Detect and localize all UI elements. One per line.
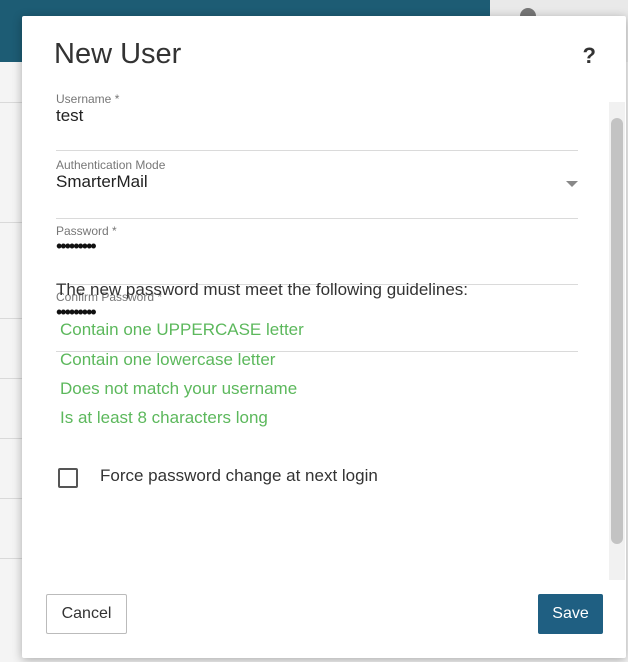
new-user-dialog: New User ? Username * test Authenticatio… bbox=[22, 16, 626, 658]
password-guidelines-heading: The new password must meet the following… bbox=[56, 280, 468, 299]
password-input[interactable]: ••••••••• bbox=[56, 236, 97, 257]
cancel-button[interactable]: Cancel bbox=[46, 594, 127, 634]
guideline-min-length: Is at least 8 characters long bbox=[60, 408, 268, 427]
help-icon[interactable]: ? bbox=[583, 43, 596, 69]
force-password-change-label[interactable]: Force password change at next login bbox=[100, 466, 378, 486]
guideline-uppercase: Contain one UPPERCASE letter bbox=[60, 320, 304, 339]
dialog-title: New User bbox=[54, 38, 182, 70]
dialog-scroll-area: Username * test Authentication Mode Smar… bbox=[22, 92, 626, 590]
username-label: Username * bbox=[56, 92, 120, 106]
username-input[interactable]: test bbox=[56, 106, 83, 126]
username-field[interactable]: Username * test bbox=[56, 92, 578, 151]
scrollbar-thumb[interactable] bbox=[611, 118, 623, 544]
authentication-mode-select[interactable]: Authentication Mode SmarterMail bbox=[56, 158, 578, 219]
caret-down-icon[interactable] bbox=[566, 181, 578, 187]
guideline-username-mismatch: Does not match your username bbox=[60, 379, 298, 398]
force-password-change-checkbox[interactable] bbox=[58, 468, 78, 488]
guideline-lowercase: Contain one lowercase letter bbox=[60, 350, 276, 369]
authentication-mode-value[interactable]: SmarterMail bbox=[56, 172, 148, 192]
save-button[interactable]: Save bbox=[538, 594, 603, 634]
password-field[interactable]: Password * ••••••••• bbox=[56, 224, 578, 285]
authentication-mode-label: Authentication Mode bbox=[56, 158, 166, 172]
